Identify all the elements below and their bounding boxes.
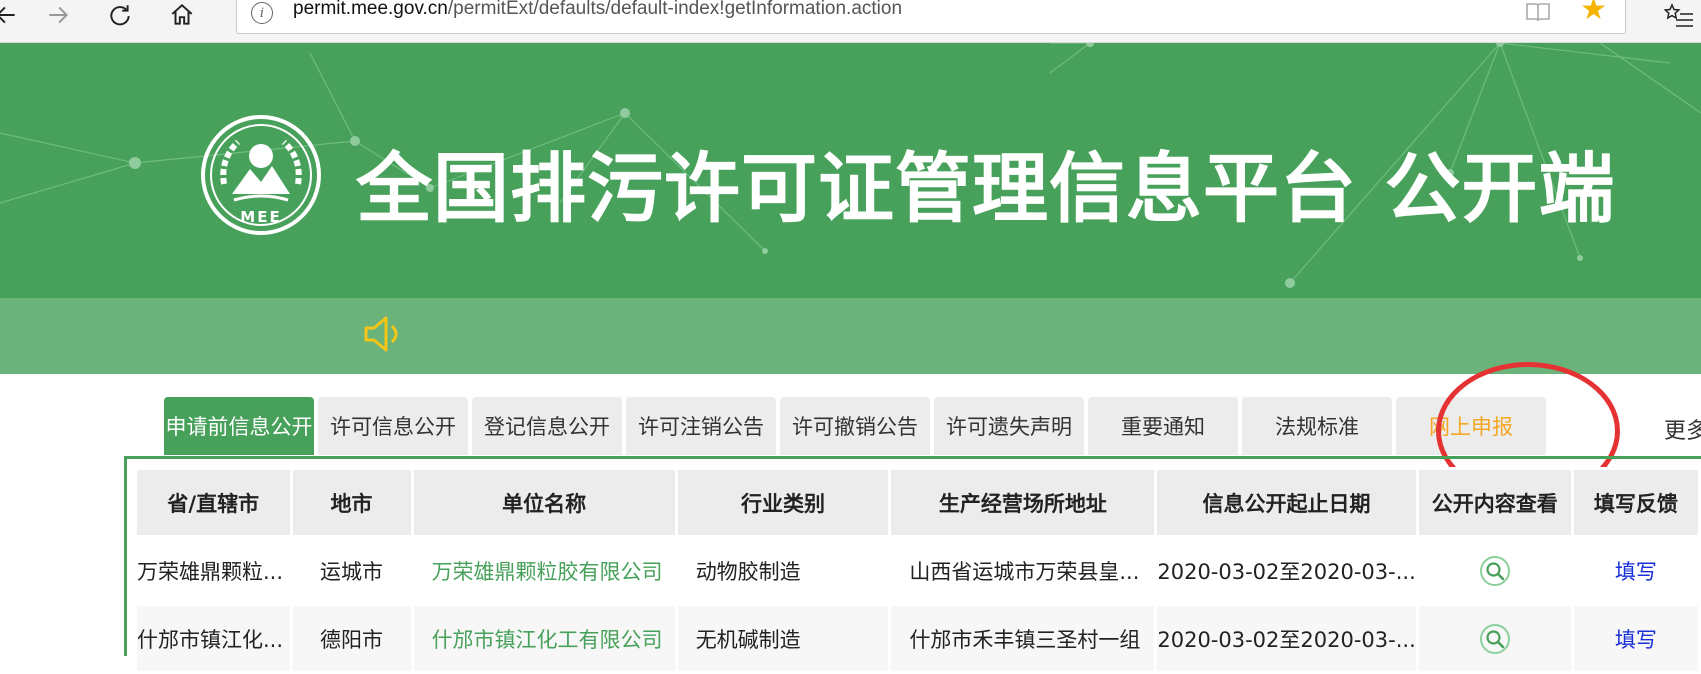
col-header-feedback: 填写反馈 xyxy=(1570,467,1701,538)
browser-toolbar: i permit.mee.gov.cn/permitExt/defaults/d… xyxy=(0,0,1701,43)
tab-important-notice[interactable]: 重要通知 xyxy=(1088,397,1238,455)
forward-arrow-icon xyxy=(49,6,69,24)
refresh-icon xyxy=(110,5,130,26)
refresh-button[interactable] xyxy=(100,0,140,30)
more-link[interactable]: 更多 xyxy=(1664,413,1701,445)
tab-regulations-standards[interactable]: 法规标准 xyxy=(1242,397,1392,455)
favorite-star-icon[interactable]: ★ xyxy=(1580,0,1607,25)
site-banner: MEE 全国排污许可证管理信息平台 公开端 xyxy=(0,43,1701,298)
cell-province: 万荣雄鼎颗粒... xyxy=(134,535,293,606)
cell-province: 什邡市镇江化... xyxy=(134,603,293,674)
site-title: 全国排污许可证管理信息平台 公开端 xyxy=(356,144,1616,233)
view-content-magnifier-icon[interactable] xyxy=(1479,623,1511,655)
back-button[interactable] xyxy=(0,0,26,30)
col-header-view-content: 公开内容查看 xyxy=(1415,467,1574,538)
cell-view xyxy=(1415,535,1574,606)
speaker-icon xyxy=(364,316,398,352)
address-bar[interactable]: i permit.mee.gov.cn/permitExt/defaults/d… xyxy=(236,0,1626,34)
feedback-link[interactable]: 填写 xyxy=(1570,535,1701,606)
info-table: 省/直辖市 地市 单位名称 行业类别 生产经营场所地址 信息公开起止日期 公开内… xyxy=(134,467,1701,674)
cell-date-range: 2020-03-02至2020-03-... xyxy=(1154,535,1419,606)
mee-logo: MEE xyxy=(201,115,321,235)
favorites-list-icon[interactable] xyxy=(1664,2,1694,30)
cell-company-link[interactable]: 万荣雄鼎颗粒胶有限公司 xyxy=(410,535,678,606)
url-path: /permitExt/defaults/default-index!getInf… xyxy=(447,0,903,19)
cell-address: 什邡市禾丰镇三圣村一组 xyxy=(888,603,1158,674)
notice-bar xyxy=(0,298,1701,374)
tab-pre-application-info[interactable]: 申请前信息公开 xyxy=(164,397,314,455)
view-content-magnifier-icon[interactable] xyxy=(1479,555,1511,587)
table-header-row: 省/直辖市 地市 单位名称 行业类别 生产经营场所地址 信息公开起止日期 公开内… xyxy=(134,467,1701,538)
tab-permit-info[interactable]: 许可信息公开 xyxy=(318,397,468,455)
cell-view xyxy=(1415,603,1574,674)
cell-company-link[interactable]: 什邡市镇江化工有限公司 xyxy=(410,603,678,674)
tab-permit-loss-statement[interactable]: 许可遗失声明 xyxy=(934,397,1084,455)
col-header-date-range: 信息公开起止日期 xyxy=(1154,467,1419,538)
col-header-address: 生产经营场所地址 xyxy=(888,467,1158,538)
logo-text: MEE xyxy=(240,208,281,226)
col-header-province: 省/直辖市 xyxy=(134,467,293,538)
table-row: 什邡市镇江化... 德阳市 什邡市镇江化工有限公司 无机碱制造 什邡市禾丰镇三圣… xyxy=(134,603,1701,674)
tab-permit-cancellation[interactable]: 许可注销公告 xyxy=(626,397,776,455)
cell-industry: 无机碱制造 xyxy=(674,603,892,674)
table-row: 万荣雄鼎颗粒... 运城市 万荣雄鼎颗粒胶有限公司 动物胶制造 山西省运城市万荣… xyxy=(134,535,1701,606)
forward-button[interactable] xyxy=(38,0,78,30)
col-header-industry: 行业类别 xyxy=(674,467,892,538)
col-header-city: 地市 xyxy=(289,467,414,538)
url-host: permit.mee.gov.cn xyxy=(293,0,448,19)
url-text[interactable]: permit.mee.gov.cn/permitExt/defaults/def… xyxy=(293,0,902,20)
cell-city: 德阳市 xyxy=(289,603,414,674)
col-header-company: 单位名称 xyxy=(410,467,678,538)
home-button[interactable] xyxy=(162,0,202,30)
reading-view-icon[interactable] xyxy=(1525,1,1551,23)
info-icon[interactable]: i xyxy=(251,2,273,24)
home-icon xyxy=(171,3,193,25)
cell-date-range: 2020-03-02至2020-03-... xyxy=(1154,603,1419,674)
cell-address: 山西省运城市万荣县皇... xyxy=(888,535,1158,606)
cell-city: 运城市 xyxy=(289,535,414,606)
tab-permit-revocation[interactable]: 许可撤销公告 xyxy=(780,397,930,455)
feedback-link[interactable]: 填写 xyxy=(1570,603,1701,674)
cell-industry: 动物胶制造 xyxy=(674,535,892,606)
tab-registration-info[interactable]: 登记信息公开 xyxy=(472,397,622,455)
tab-online-declaration[interactable]: 网上申报 xyxy=(1396,397,1546,455)
back-arrow-icon xyxy=(0,6,15,24)
